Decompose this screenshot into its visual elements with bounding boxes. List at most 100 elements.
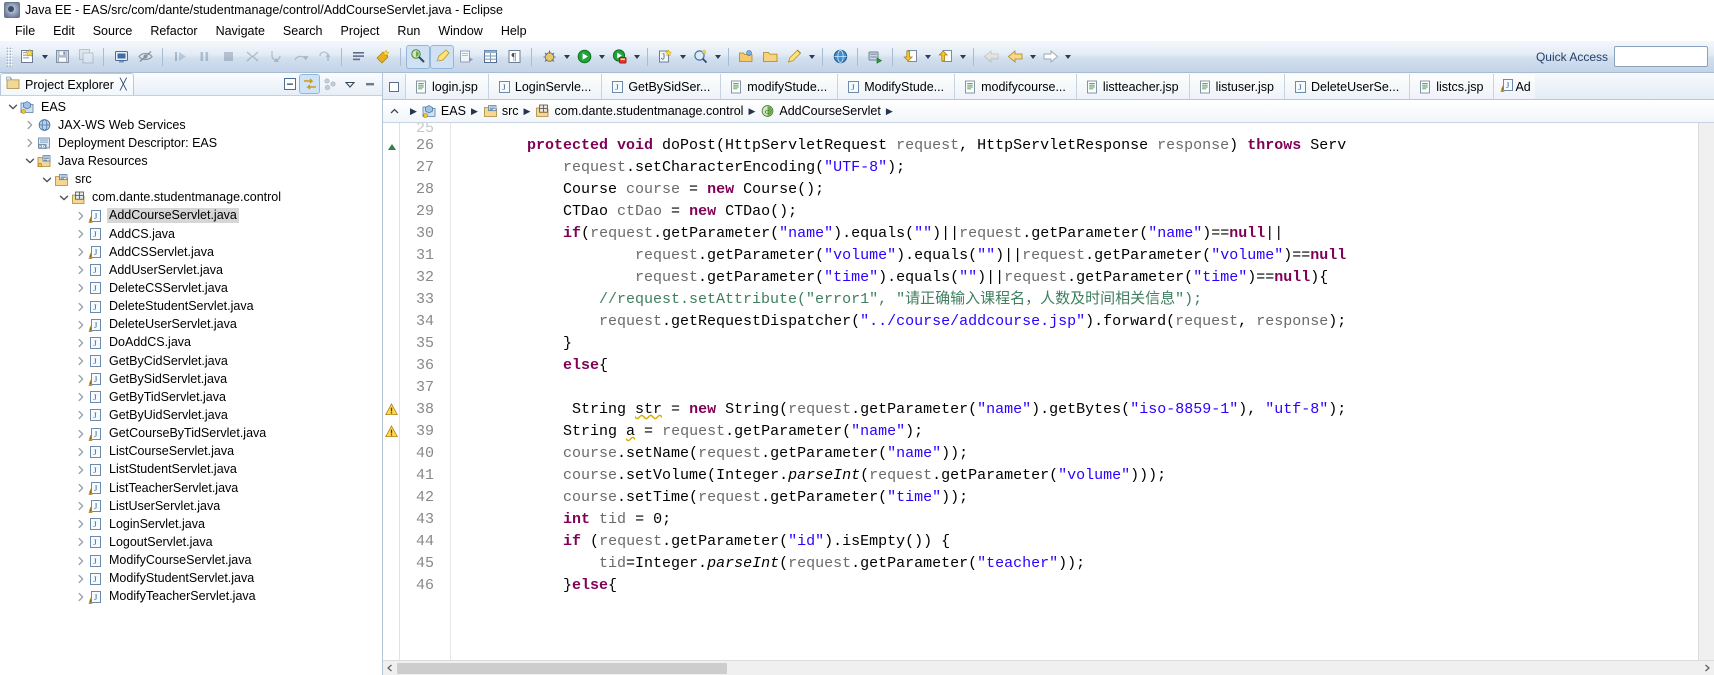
paragraph-button[interactable]: ¶: [503, 46, 525, 68]
editor-tab[interactable]: J GetBySidSer...: [601, 74, 721, 99]
chevron-right-icon[interactable]: [74, 391, 87, 404]
open-folder-button[interactable]: [759, 46, 781, 68]
tree-item[interactable]: com.dante.studentmanage.control: [0, 189, 382, 207]
editor-tab[interactable]: J Ad: [1493, 74, 1535, 99]
export-button[interactable]: [934, 46, 956, 68]
code-line[interactable]: request.getRequestDispatcher("../course/…: [455, 311, 1698, 333]
override-indicator-icon[interactable]: [387, 141, 397, 155]
marker-row[interactable]: [383, 531, 399, 553]
chevron-down-icon[interactable]: [57, 191, 70, 204]
editor-vertical-scrollbar[interactable]: [1698, 123, 1714, 660]
tree-item[interactable]: J DeleteStudentServlet.java: [0, 298, 382, 316]
code-line[interactable]: Course course = new Course();: [455, 179, 1698, 201]
code-line[interactable]: String str = new String(request.getParam…: [455, 399, 1698, 421]
editor-tab[interactable]: login.jsp: [405, 74, 488, 99]
code-line[interactable]: [455, 123, 1698, 135]
table-view-button[interactable]: [479, 46, 501, 68]
tree-item[interactable]: J AddCS.java: [0, 225, 382, 243]
import-dropdown-arrow[interactable]: [922, 46, 933, 68]
breadcrumb[interactable]: ▶ EAS ▶ src ▶ com.dante.studentmanage.control…: [405, 104, 898, 118]
menu-window[interactable]: Window: [429, 23, 491, 39]
back-dropdown-arrow[interactable]: [1027, 46, 1038, 68]
new-wizard-dropdown-arrow[interactable]: [39, 46, 50, 68]
chevron-right-icon[interactable]: [74, 355, 87, 368]
marker-row[interactable]: [383, 289, 399, 311]
tree-item[interactable]: src: [0, 171, 382, 189]
menu-edit[interactable]: Edit: [44, 23, 84, 39]
breadcrumb-collapse-icon[interactable]: [383, 101, 405, 122]
hscroll-thumb[interactable]: [397, 662, 727, 674]
chevron-right-icon[interactable]: [74, 482, 87, 495]
step-into-button[interactable]: [265, 46, 287, 68]
menu-search[interactable]: Search: [274, 23, 332, 39]
forward-dropdown-arrow[interactable]: [1062, 46, 1073, 68]
project-tree[interactable]: EAS JAX-WS Web Services 3.0 Deployment Desc…: [0, 96, 382, 675]
view-menu-icon[interactable]: [340, 75, 359, 93]
marker-row[interactable]: [383, 157, 399, 179]
code-line[interactable]: course.setName(request.getParameter("nam…: [455, 443, 1698, 465]
code-line[interactable]: tid=Integer.parseInt(request.getParamete…: [455, 553, 1698, 575]
quick-access[interactable]: Quick Access: [1536, 46, 1708, 67]
code-line[interactable]: course.setVolume(Integer.parseInt(reques…: [455, 465, 1698, 487]
tree-item[interactable]: J ModifyTeacherServlet.java: [0, 588, 382, 606]
marker-row[interactable]: [383, 553, 399, 575]
toolbar-grip[interactable]: [6, 46, 13, 67]
collapse-all-icon[interactable]: [280, 75, 299, 93]
edit-pencil-button[interactable]: [783, 46, 805, 68]
editor-tab[interactable]: modifycourse...: [954, 74, 1076, 99]
code-line[interactable]: int tid = 0;: [455, 509, 1698, 531]
tree-item[interactable]: J AddCourseServlet.java: [0, 207, 382, 225]
marker-row[interactable]: [383, 123, 399, 135]
menu-refactor[interactable]: Refactor: [141, 23, 206, 39]
code-text[interactable]: protected void doPost(HttpServletRequest…: [451, 123, 1698, 660]
editor-tab[interactable]: listuser.jsp: [1188, 74, 1284, 99]
code-line[interactable]: String a = request.getParameter("name");: [455, 421, 1698, 443]
breadcrumb-item[interactable]: EAS: [441, 104, 466, 118]
breadcrumb-item[interactable]: com.dante.studentmanage.control: [554, 104, 743, 118]
link-with-editor-icon[interactable]: [299, 74, 320, 94]
marker-row[interactable]: [383, 311, 399, 333]
view-filter-icon[interactable]: [320, 75, 339, 93]
chevron-right-icon[interactable]: [74, 536, 87, 549]
code-line[interactable]: request.setCharacterEncoding("UTF-8");: [455, 157, 1698, 179]
marker-row[interactable]: [383, 245, 399, 267]
forward-nav-button[interactable]: [1004, 46, 1026, 68]
editor-tab-bar[interactable]: login.jsp J LoginServle... J GetBySidSer... m…: [383, 73, 1714, 100]
chevron-right-icon[interactable]: [23, 137, 36, 150]
open-task-button[interactable]: [348, 46, 370, 68]
tree-item[interactable]: 3.0 Deployment Descriptor: EAS: [0, 134, 382, 152]
menu-project[interactable]: Project: [332, 23, 389, 39]
chevron-down-icon[interactable]: [23, 155, 36, 168]
tree-item[interactable]: J ModifyStudentServlet.java: [0, 570, 382, 588]
code-line[interactable]: //request.setAttribute("error1", "请正确输入课…: [455, 289, 1698, 311]
menu-navigate[interactable]: Navigate: [207, 23, 274, 39]
marker-row[interactable]: [383, 575, 399, 597]
chevron-right-icon[interactable]: [74, 318, 87, 331]
marker-row[interactable]: [383, 377, 399, 399]
hscroll-track[interactable]: [397, 661, 1700, 675]
source-editor[interactable]: 25 26 27 28 29 30 31 32 33 34 35 36 37 38 39 40 41 42 43 44…: [383, 123, 1714, 660]
marker-row[interactable]: [383, 333, 399, 355]
print-button[interactable]: [110, 46, 132, 68]
new-jsp-button[interactable]: [455, 46, 477, 68]
tree-item[interactable]: Java Resources: [0, 152, 382, 170]
minimize-icon[interactable]: [360, 75, 379, 93]
chevron-right-icon[interactable]: [74, 554, 87, 567]
new-server-button[interactable]: [864, 46, 886, 68]
editor-tab[interactable]: J DeleteUserSe...: [1283, 74, 1410, 99]
project-explorer-tab[interactable]: Project Explorer ╳: [0, 73, 134, 95]
run-on-server-dropdown-arrow[interactable]: [631, 46, 642, 68]
menu-run[interactable]: Run: [388, 23, 429, 39]
breadcrumb-item[interactable]: src: [502, 104, 519, 118]
tree-item[interactable]: J AddCSServlet.java: [0, 243, 382, 261]
chevron-down-icon[interactable]: [40, 173, 53, 186]
editor-tab[interactable]: J ModifyStude...: [837, 74, 955, 99]
chevron-right-icon[interactable]: [74, 264, 87, 277]
folding-ruler[interactable]: [438, 123, 451, 660]
tree-item[interactable]: J AddUserServlet.java: [0, 261, 382, 279]
open-type-button[interactable]: [406, 44, 430, 69]
search-dropdown-arrow[interactable]: [712, 46, 723, 68]
code-line[interactable]: request.getParameter("volume").equals(""…: [455, 245, 1698, 267]
marker-row[interactable]: [383, 443, 399, 465]
code-line[interactable]: if(request.getParameter("name").equals("…: [455, 223, 1698, 245]
